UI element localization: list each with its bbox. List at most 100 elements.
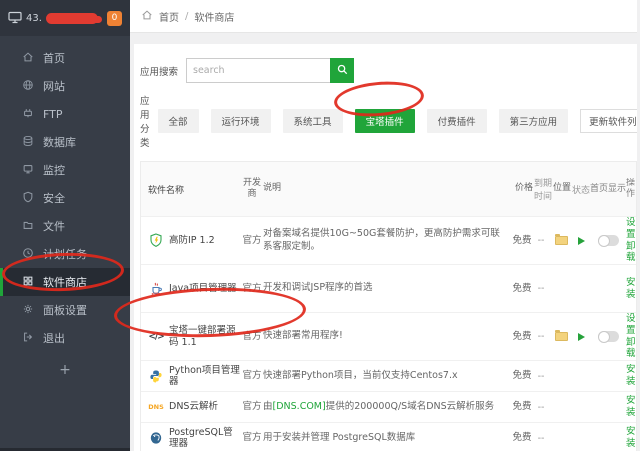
software-name: Python项目管理器 [169, 364, 240, 387]
gear-icon [22, 303, 34, 318]
software-name: 高防IP 1.2 [169, 234, 215, 246]
price: 免费 [512, 401, 532, 413]
table-row[interactable]: </> 宝塔一键部署源码 1.1 官方 快速部署常用程序! 免费 -- 设置卸载 [141, 312, 636, 360]
homepage-toggle[interactable] [597, 330, 619, 343]
col-location: 位置 [552, 183, 571, 194]
table-row[interactable]: DNS DNS云解析 官方 由[DNS.COM]提供的200000Q/S域名DN… [141, 391, 636, 422]
col-actions: 操作 [626, 177, 636, 199]
action-links[interactable]: 安装 [626, 426, 636, 450]
update-software-list-button[interactable]: 更新软件列表 [580, 109, 637, 133]
sidebar-item-label: 文件 [43, 220, 65, 233]
shield-icon [22, 191, 34, 206]
table-header: 软件名称 开发商 说明 价格 到期时间 位置 状态 首页显示 操作 [141, 162, 636, 216]
sidebar-item-label: 网站 [43, 80, 65, 93]
tab-systools[interactable]: 系统工具 [282, 109, 343, 133]
developer: 官方 [242, 282, 262, 294]
monitor-icon [8, 9, 22, 28]
expire-time: -- [537, 432, 545, 444]
tab-all[interactable]: 全部 [157, 109, 199, 133]
database-icon [22, 135, 34, 150]
price: 免费 [512, 432, 532, 444]
screen-icon [22, 163, 34, 178]
sidebar-item-label: 软件商店 [43, 276, 87, 289]
breadcrumb-current: 软件商店 [194, 12, 235, 24]
breadcrumb-separator: / [185, 10, 189, 22]
server-titlebar: 43. 0 [0, 0, 130, 36]
sidebar-item-files[interactable]: 文件 [0, 212, 130, 240]
software-name: 宝塔一键部署源码 1.1 [169, 325, 236, 348]
sidebar-item-label: 安全 [43, 192, 65, 205]
sidebar-item-label: 计划任务 [43, 248, 87, 261]
python-icon [148, 368, 164, 384]
dns-icon: DNS [148, 403, 164, 411]
table-row[interactable]: Python项目管理器 官方 快速部署Python项目，当前仅支持Centos7… [141, 360, 636, 391]
table-row[interactable]: PostgreSQL管理器 官方 用于安装并管理 PostgreSQL数据库 免… [141, 422, 636, 451]
description: 快速部署常用程序! [263, 330, 343, 342]
action-links[interactable]: 安装 [626, 364, 636, 388]
sidebar-item-settings[interactable]: 面板设置 [0, 296, 130, 324]
description: 快速部署Python项目，当前仅支持Centos7.x [263, 369, 458, 381]
sidebar-item-label: FTP [43, 107, 63, 121]
logout-icon [22, 331, 34, 346]
col-status: 状态 [572, 185, 591, 196]
main-area: 首页 / 软件商店 应用搜索 应用分类 全部 运行环境 系统工具 宝塔插件 付费… [130, 0, 640, 451]
sidebar-item-label: 退出 [43, 332, 65, 345]
description: 由[DNS.COM]提供的200000Q/S域名DNS云解析服务 [263, 400, 495, 412]
sidebar-item-cron[interactable]: 计划任务 [0, 240, 130, 268]
table-row[interactable]: Java项目管理器 官方 开发和调试JSP程序的首选 免费 -- 安装 [141, 264, 636, 312]
developer: 官方 [242, 234, 262, 246]
action-links[interactable]: 设置卸载 [626, 313, 636, 361]
sidebar-item-security[interactable]: 安全 [0, 184, 130, 212]
price: 免费 [512, 234, 532, 246]
tab-runtime[interactable]: 运行环境 [210, 109, 271, 133]
sidebar-item-ftp[interactable]: FTP [0, 100, 130, 128]
expire-time: -- [537, 401, 545, 413]
description: 对备案域名提供10G~50G套餐防护，更高防护需求可联系客服定制。 [263, 228, 500, 252]
sidebar-item-logout[interactable]: 退出 [0, 324, 130, 352]
folder-icon [22, 219, 34, 234]
breadcrumb: 首页 / 软件商店 [130, 0, 637, 33]
col-price: 价格 [514, 183, 533, 194]
sidebar-item-monitor[interactable]: 监控 [0, 156, 130, 184]
col-description: 说明 [263, 183, 282, 194]
action-links[interactable]: 设置卸载 [626, 217, 636, 265]
play-icon [577, 236, 585, 245]
sidebar-item-database[interactable]: 数据库 [0, 128, 130, 156]
sidebar-item-label: 监控 [43, 164, 65, 177]
sidebar-item-website[interactable]: 网站 [0, 72, 130, 100]
sidebar-item-label: 数据库 [43, 136, 76, 149]
developer: 官方 [242, 432, 262, 444]
col-software-name: 软件名称 [148, 185, 185, 196]
developer: 官方 [242, 370, 262, 382]
desc-link[interactable]: [DNS.COM] [273, 401, 326, 412]
price: 免费 [512, 330, 532, 342]
sidebar-item-home[interactable]: 首页 [0, 44, 130, 72]
action-links[interactable]: 安装 [626, 277, 636, 301]
price: 免费 [512, 370, 532, 382]
tab-thirdparty[interactable]: 第三方应用 [498, 109, 569, 133]
col-homepage-show: 首页显示 [590, 183, 627, 194]
tab-paid-plugins[interactable]: 付费插件 [426, 109, 487, 133]
ip-redaction [45, 12, 98, 24]
expire-time: -- [537, 370, 545, 382]
expire-time: -- [537, 283, 545, 294]
search-button[interactable] [330, 58, 354, 83]
folder-icon[interactable] [554, 234, 568, 245]
software-name: Java项目管理器 [169, 282, 237, 294]
category-label: 应用分类 [140, 96, 150, 149]
sidebar-item-appstore[interactable]: 软件商店 [0, 268, 130, 296]
homepage-toggle[interactable] [597, 234, 619, 247]
col-expire: 到期时间 [534, 179, 553, 202]
search-input[interactable] [186, 58, 330, 83]
description: 用于安装并管理 PostgreSQL数据库 [263, 431, 416, 443]
add-shortcut-button[interactable]: + [0, 362, 130, 378]
notification-badge[interactable]: 0 [107, 10, 122, 26]
sidebar-item-label: 首页 [43, 52, 65, 65]
tab-bt-plugins[interactable]: 宝塔插件 [354, 109, 415, 133]
shield-icon [148, 233, 164, 249]
action-links[interactable]: 安装 [626, 395, 636, 419]
table-row[interactable]: 高防IP 1.2 官方 对备案域名提供10G~50G套餐防护，更高防护需求可联系… [141, 216, 636, 264]
home-icon [22, 51, 34, 66]
breadcrumb-home[interactable]: 首页 [159, 9, 179, 24]
folder-icon[interactable] [554, 330, 568, 341]
